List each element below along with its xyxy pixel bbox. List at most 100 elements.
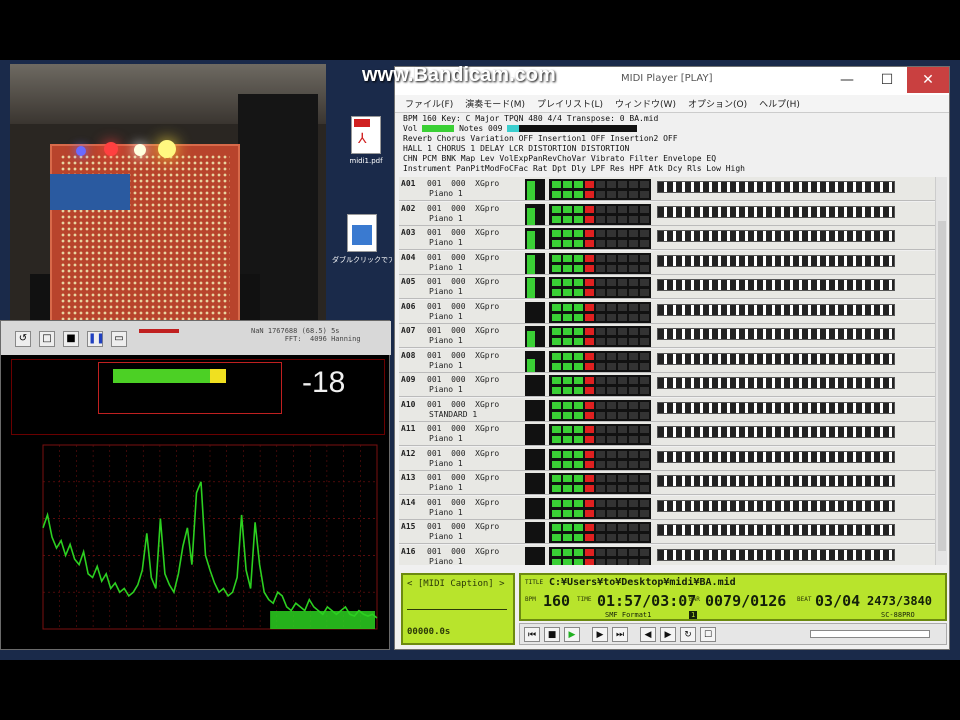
param-cell [629, 328, 638, 335]
channel-level-meter [525, 497, 545, 519]
arduino-board [50, 174, 130, 210]
channel-param-cells [549, 424, 651, 445]
param-cell [596, 485, 605, 492]
param-cell [585, 524, 594, 531]
channel-row[interactable]: A14 001 000 XGpro Piano 1 [399, 495, 937, 520]
param-cell [574, 338, 583, 345]
channel-id: A02 [401, 203, 416, 213]
param-cell [574, 191, 583, 198]
param-cell [574, 387, 583, 394]
channel-param-cells [549, 301, 651, 323]
param-cell [574, 181, 583, 188]
menu-play-mode[interactable]: 演奏モード(M) [465, 97, 525, 110]
channel-row[interactable]: A04 001 000 XGpro Piano 1 [399, 250, 937, 275]
channel-row[interactable]: A06 001 000 XGpro Piano 1 [399, 299, 937, 324]
param-cell [552, 338, 561, 345]
channel-row[interactable]: A15 001 000 XGpro Piano 1 [399, 520, 937, 544]
channel-row[interactable]: A13 001 000 XGpro Piano 1 [399, 471, 937, 495]
menu-playlist[interactable]: プレイリスト(L) [537, 97, 603, 110]
record-indicator [139, 329, 179, 333]
param-cell [607, 475, 616, 482]
channel-keyboard [657, 230, 895, 242]
repeat-button[interactable]: ↻ [680, 627, 696, 642]
param-cell [607, 548, 616, 556]
param-cell [596, 313, 605, 321]
stop-button[interactable]: ■ [544, 627, 560, 642]
param-cell [563, 338, 572, 345]
channel-row[interactable]: A01 001 000 XGpro Piano 1 [399, 177, 937, 201]
menu-file[interactable]: ファイル(F) [405, 97, 453, 110]
vertical-scrollbar[interactable] [935, 177, 947, 565]
param-cell [640, 362, 649, 370]
stop-button[interactable]: ■ [63, 331, 79, 347]
maximize-button[interactable]: ☐ [867, 67, 907, 93]
channel-row[interactable]: A03 001 000 XGpro Piano 1 [399, 226, 937, 250]
instrument-name: Piano 1 [429, 507, 463, 517]
forward-button[interactable]: ▶ [660, 627, 676, 642]
menu-help[interactable]: ヘルプ(H) [759, 97, 800, 110]
param-cell [596, 303, 605, 311]
square-icon[interactable]: □ [39, 331, 55, 347]
param-cell [640, 303, 649, 311]
bpm-label: BPM [525, 596, 536, 603]
menu-options[interactable]: オプション(O) [688, 97, 747, 110]
channel-row[interactable]: A07 001 000 XGpro Piano 1 [399, 324, 937, 348]
desktop-icon-doc[interactable]: ダブルクリックでアイコンを開くファイル [332, 214, 392, 265]
channel-row[interactable]: A05 001 000 XGpro Piano 1 [399, 275, 937, 299]
menu-window[interactable]: ウィンドウ(W) [615, 97, 676, 110]
notes-bar [507, 125, 638, 132]
seek-slider[interactable] [810, 630, 930, 638]
scroll-thumb[interactable] [938, 221, 946, 551]
param-cell [618, 289, 627, 296]
play-button[interactable]: ▶ [564, 627, 580, 642]
param-cell [629, 499, 638, 507]
param-cell [596, 230, 605, 237]
param-cell [629, 548, 638, 556]
param-cell [640, 230, 649, 237]
window-toggle-button[interactable]: ☐ [700, 627, 716, 642]
rewind-button[interactable]: ◀ [640, 627, 656, 642]
program-info: 001 000 XGpro [427, 326, 500, 335]
bar-value: 0079/0126 [705, 592, 787, 610]
spectrum-analyzer-window: ↺ □ ■ ❚❚ ▭ NaN 1767688 (68.5) 5s FFT: 40… [0, 320, 391, 650]
param-cell [607, 205, 616, 213]
channel-row[interactable]: A08 001 000 XGpro Piano 1 [399, 348, 937, 373]
param-cell [585, 401, 594, 409]
next-track-button[interactable]: ⏭ [612, 627, 628, 642]
param-cell [596, 401, 605, 409]
prev-track-button[interactable]: ⏮ [524, 627, 540, 642]
channel-row[interactable]: A11 001 000 XGpro Piano 1 [399, 422, 937, 446]
param-cell [552, 362, 561, 370]
undo-icon[interactable]: ↺ [15, 331, 31, 347]
channel-header-2: Instrument PanPitModFoCFac Rat Dpt Dly L… [403, 164, 745, 173]
param-cell [574, 303, 583, 311]
channel-row[interactable]: A12 001 000 XGpro Piano 1 [399, 446, 937, 471]
channel-param-cells [549, 375, 651, 396]
param-cell [552, 509, 561, 517]
close-button[interactable]: ✕ [907, 67, 949, 93]
program-info: 001 000 XGpro [427, 203, 500, 213]
channel-row[interactable]: A09 001 000 XGpro Piano 1 [399, 373, 937, 397]
param-cell [640, 436, 649, 443]
param-cell [629, 534, 638, 541]
channel-row[interactable]: A10 001 000 XGpro STANDARD 1 [399, 397, 937, 422]
channel-level-meter [525, 424, 545, 445]
channel-level-meter [525, 399, 545, 421]
volume-bar[interactable] [422, 125, 455, 132]
param-cell [585, 338, 594, 345]
window-icon[interactable]: ▭ [111, 331, 127, 347]
channel-row[interactable]: A16 001 000 XGpro Piano 1 [399, 544, 937, 565]
param-cell [596, 352, 605, 360]
step-forward-button[interactable]: ▶ [592, 627, 608, 642]
param-cell [585, 485, 594, 492]
channel-keyboard [657, 377, 895, 389]
channel-row[interactable]: A02 001 000 XGpro Piano 1 [399, 201, 937, 226]
program-info: 001 000 XGpro [427, 252, 500, 262]
param-cell [618, 509, 627, 517]
minimize-button[interactable]: — [827, 67, 867, 93]
param-cell [563, 426, 572, 433]
spectrum-graph [11, 439, 385, 643]
pause-button[interactable]: ❚❚ [87, 331, 105, 347]
pdf-file-icon: ⅄ [351, 116, 381, 154]
desktop-icon-pdf[interactable]: ⅄ midi1.pdf [336, 116, 396, 165]
